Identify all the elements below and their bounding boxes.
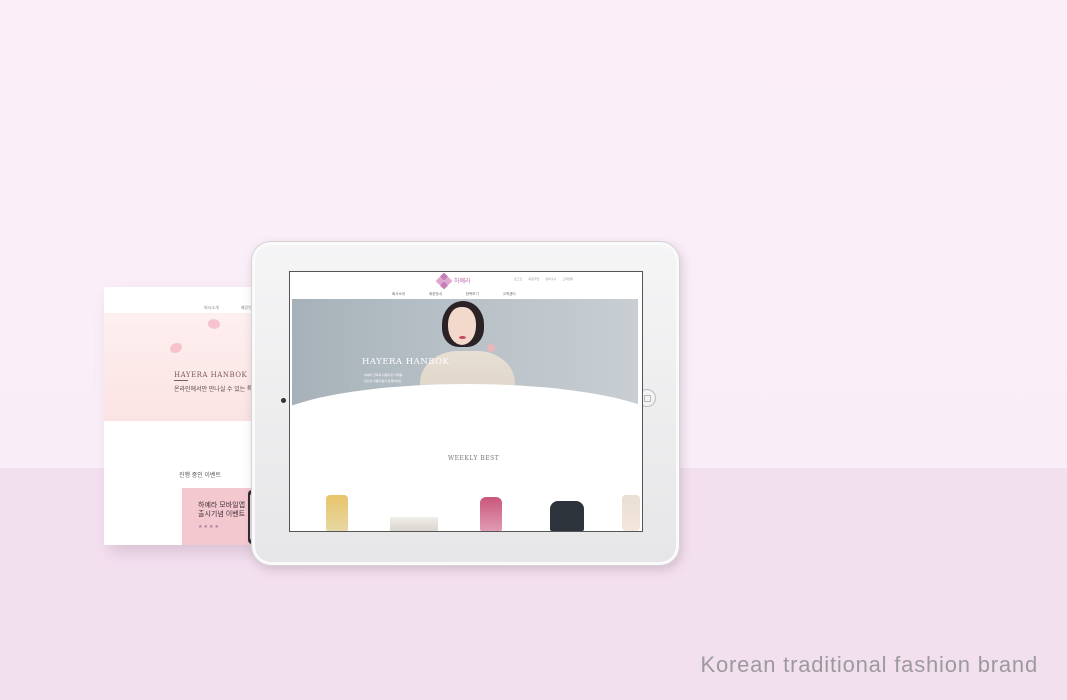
petal-icon — [170, 343, 182, 353]
nav-item[interactable]: 고객센터 — [503, 292, 516, 297]
util-link[interactable]: 회원가입 — [528, 277, 539, 281]
util-link[interactable]: 로그인 — [514, 277, 522, 281]
paper-nav: 회사소개 매장안내 — [204, 305, 255, 311]
product-pink-hanbok[interactable] — [480, 497, 502, 531]
hero-banner[interactable]: HAYERA HANBOK 하예라 한복의 아름다운 자태를 당신의 아름다움과… — [292, 299, 638, 419]
model-face — [448, 307, 476, 345]
paper-section-title: 진행 중인 이벤트 — [179, 473, 221, 479]
main-nav: 회사소개 매장안내 한복보기 고객센터 — [392, 292, 516, 297]
tablet-screen: 하예라 로그인 회원가입 장바구니 고객센터 회사소개 매장안내 한복보기 고객… — [289, 271, 643, 532]
product-cream-hanbok[interactable] — [622, 495, 640, 531]
product-yellow-hanbok[interactable] — [326, 495, 348, 531]
hair-flower-icon — [487, 344, 495, 352]
model-lips — [459, 336, 466, 339]
caption-text: Korean traditional fashion brand — [700, 652, 1038, 677]
petal-icon — [206, 316, 222, 332]
paper-hero-title: HAYERA HANBOK — [174, 371, 248, 379]
rating-stars-icon: ★★★★ — [198, 524, 220, 530]
nav-item[interactable]: 매장안내 — [429, 292, 442, 297]
nav-item[interactable]: 회사소개 — [392, 292, 405, 297]
logo-icon — [435, 272, 453, 290]
divider — [174, 380, 188, 381]
paper-hero-subtitle: 온라인에서만 만나실 수 있는 특가 — [174, 387, 258, 393]
logo-text[interactable]: 하예라 — [454, 276, 471, 285]
product-black-jacket[interactable] — [550, 501, 584, 531]
camera-icon — [281, 398, 286, 403]
util-link[interactable]: 장바구니 — [545, 277, 556, 281]
weekly-best-title: WEEKLY BEST — [448, 455, 500, 462]
hero-title: HAYERA HANBOK — [362, 357, 450, 367]
product-white-item[interactable] — [390, 517, 438, 531]
nav-item[interactable]: 한복보기 — [466, 292, 479, 297]
paper-nav-item: 회사소개 — [204, 305, 219, 310]
hero-curve — [292, 384, 638, 419]
paper-banner-text: 하예라 모바일앱 출시기념 이벤트 — [198, 502, 246, 518]
hero-text: 당신의 아름다움과 함께하세요 — [364, 379, 402, 383]
util-link[interactable]: 고객센터 — [562, 277, 573, 281]
hero-text: 하예라 한복의 아름다운 자태를 — [364, 373, 403, 377]
utility-links: 로그인 회원가입 장바구니 고객센터 — [514, 277, 573, 281]
